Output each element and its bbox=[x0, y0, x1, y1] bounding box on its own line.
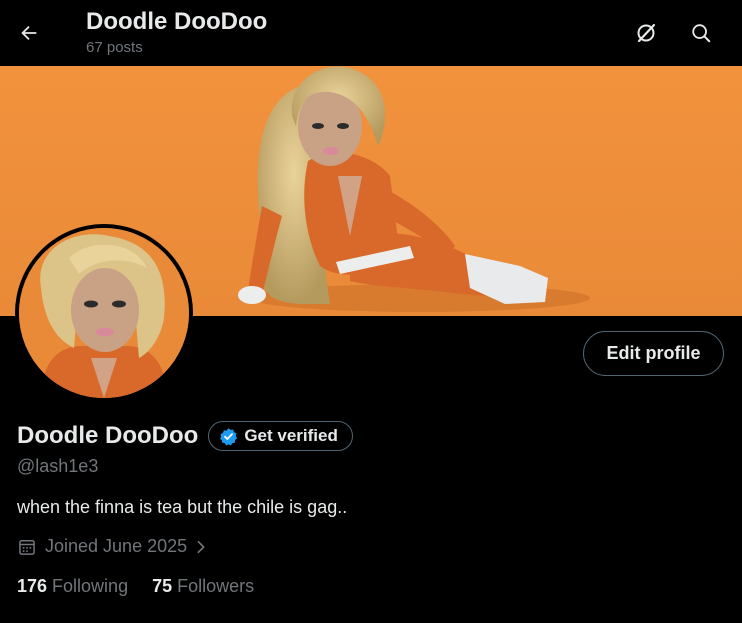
user-handle: @lash1e3 bbox=[17, 456, 99, 476]
following-link[interactable]: 176 Following bbox=[17, 576, 128, 597]
search-button[interactable] bbox=[686, 18, 716, 48]
header-title-block: Doodle DooDoo 67 posts bbox=[86, 8, 267, 58]
edit-profile-button[interactable]: Edit profile bbox=[583, 331, 724, 376]
back-button[interactable] bbox=[14, 18, 44, 48]
search-icon bbox=[692, 24, 711, 43]
following-count: 176 bbox=[17, 576, 48, 596]
grok-button[interactable] bbox=[631, 18, 661, 48]
followers-count: 75 bbox=[152, 576, 173, 596]
profile-header: Doodle DooDoo 67 posts bbox=[0, 0, 742, 66]
avatar[interactable] bbox=[15, 224, 193, 402]
get-verified-label: Get verified bbox=[244, 426, 338, 445]
get-verified-button[interactable]: Get verified bbox=[208, 421, 353, 451]
joined-date[interactable]: Joined June 2025 bbox=[17, 536, 209, 557]
joined-label: Joined June 2025 bbox=[45, 536, 188, 556]
post-count: 67 posts bbox=[86, 39, 143, 56]
avatar-graphic bbox=[19, 228, 189, 398]
profile-bio: when the finna is tea but the chile is g… bbox=[17, 497, 348, 517]
follow-stats: 176 Following 75 Followers bbox=[17, 576, 254, 597]
name-row: Doodle DooDoo Get verified bbox=[17, 421, 353, 451]
followers-label: Followers bbox=[177, 576, 255, 596]
following-label: Following bbox=[52, 576, 129, 596]
avatar-image bbox=[19, 228, 189, 398]
display-name: Doodle DooDoo bbox=[17, 422, 199, 449]
calendar-icon bbox=[17, 537, 37, 557]
arrow-left-icon bbox=[21, 25, 37, 41]
page-title: Doodle DooDoo bbox=[86, 8, 268, 35]
grok-icon bbox=[637, 23, 656, 43]
chevron-right-icon bbox=[193, 539, 209, 555]
followers-link[interactable]: 75 Followers bbox=[152, 576, 254, 597]
verified-badge-icon bbox=[220, 427, 238, 445]
